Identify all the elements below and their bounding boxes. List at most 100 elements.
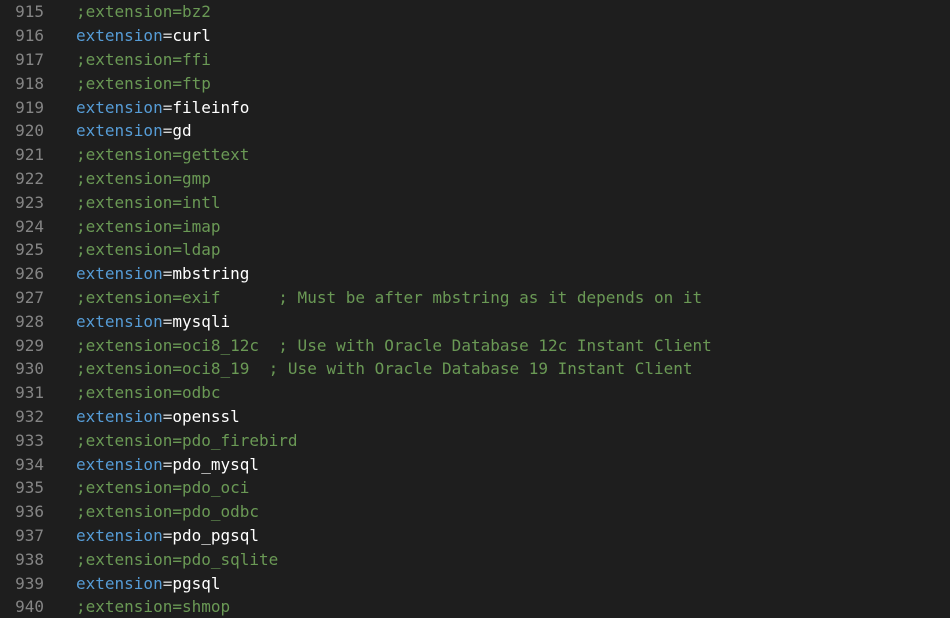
line-number: 927 [15, 287, 44, 307]
setting-value: pdo_mysql [172, 454, 260, 474]
code-line[interactable]: 915 ;extension=bz2 [0, 0, 950, 24]
setting-value: pdo_pgsql [172, 525, 260, 545]
code-line[interactable]: 918 ;extension=ftp [0, 71, 950, 95]
code-line[interactable]: 926 extension=mbstring [0, 262, 950, 286]
line-number: 928 [15, 311, 44, 331]
line-number: 938 [15, 549, 44, 569]
code-line[interactable]: 934 extension=pdo_mysql [0, 452, 950, 476]
equals-sign: = [162, 121, 173, 141]
line-code: ;extension=odbc [44, 383, 221, 402]
code-line[interactable]: 925 ;extension=ldap [0, 238, 950, 262]
line-code: ;extension=ffi [44, 50, 211, 69]
setting-key: extension [76, 406, 163, 426]
line-number: 930 [15, 359, 44, 379]
code-line[interactable]: 927 ;extension=exif ; Must be after mbstr… [0, 286, 950, 310]
line-number: 926 [15, 264, 44, 284]
comment-text: ;extension=oci8_12c ; Use with Oracle Da… [76, 335, 712, 355]
line-number: 937 [15, 525, 44, 545]
line-code: ;extension=imap [44, 217, 221, 236]
setting-value: mysqli [172, 311, 231, 331]
code-line[interactable]: 919 extension=fileinfo [0, 95, 950, 119]
line-number: 924 [15, 216, 44, 236]
code-editor[interactable]: 915 ;extension=bz2 916 extension=curl 917 ;ex… [0, 0, 950, 618]
setting-key: extension [76, 97, 163, 117]
comment-text: ;extension=pdo_sqlite [76, 549, 279, 569]
code-line[interactable]: 935 ;extension=pdo_oci [0, 476, 950, 500]
setting-value: openssl [172, 406, 240, 426]
line-code: extension=mysqli [44, 312, 230, 331]
line-number: 915 [15, 2, 44, 22]
line-code: extension=fileinfo [44, 98, 249, 117]
comment-text: ;extension=pdo_odbc [76, 502, 260, 522]
line-code: extension=pgsql [44, 574, 221, 593]
setting-key: extension [76, 573, 163, 593]
line-number: 933 [15, 430, 44, 450]
line-code: ;extension=pdo_sqlite [44, 550, 278, 569]
comment-text: ;extension=ldap [76, 240, 221, 260]
line-code: ;extension=intl [44, 193, 221, 212]
line-number: 931 [15, 383, 44, 403]
code-line[interactable]: 924 ;extension=imap [0, 214, 950, 238]
line-code: ;extension=oci8_12c ; Use with Oracle Da… [44, 336, 712, 355]
comment-text: ;extension=oci8_19 ; Use with Oracle Dat… [76, 359, 693, 379]
code-line[interactable]: 930 ;extension=oci8_19 ; Use with Oracle … [0, 357, 950, 381]
line-code: ;extension=oci8_19 ; Use with Oracle Dat… [44, 359, 693, 378]
line-number: 925 [15, 240, 44, 260]
setting-value: pgsql [172, 573, 221, 593]
line-code: extension=pdo_mysql [44, 455, 259, 474]
code-line[interactable]: 917 ;extension=ffi [0, 48, 950, 72]
comment-text: ;extension=pdo_firebird [76, 430, 298, 450]
line-number: 920 [15, 121, 44, 141]
code-line[interactable]: 940 ;extension=shmop [0, 595, 950, 618]
line-code: ;extension=exif ; Must be after mbstring… [44, 288, 702, 307]
equals-sign: = [162, 573, 173, 593]
line-number: 917 [15, 49, 44, 69]
code-line[interactable]: 920 extension=gd [0, 119, 950, 143]
setting-key: extension [76, 26, 163, 46]
line-code: ;extension=gmp [44, 169, 211, 188]
line-code: ;extension=pdo_oci [44, 478, 249, 497]
equals-sign: = [162, 406, 173, 426]
code-line[interactable]: 923 ;extension=intl [0, 190, 950, 214]
line-number: 916 [15, 26, 44, 46]
line-code: extension=curl [44, 26, 211, 45]
code-line[interactable]: 932 extension=openssl [0, 405, 950, 429]
comment-text: ;extension=gmp [76, 168, 211, 188]
comment-text: ;extension=shmop [76, 597, 231, 617]
equals-sign: = [162, 311, 173, 331]
line-number: 918 [15, 73, 44, 93]
setting-value: mbstring [172, 264, 250, 284]
line-code: extension=mbstring [44, 264, 249, 283]
code-line[interactable]: 916 extension=curl [0, 24, 950, 48]
line-code: ;extension=gettext [44, 145, 249, 164]
line-number: 935 [15, 478, 44, 498]
code-line[interactable]: 929 ;extension=oci8_12c ; Use with Oracle… [0, 333, 950, 357]
line-code: extension=openssl [44, 407, 240, 426]
line-code: ;extension=ftp [44, 74, 211, 93]
code-line[interactable]: 922 ;extension=gmp [0, 167, 950, 191]
code-line[interactable]: 933 ;extension=pdo_firebird [0, 428, 950, 452]
line-number: 934 [15, 454, 44, 474]
setting-key: extension [76, 525, 163, 545]
setting-value: gd [172, 121, 192, 141]
line-code: extension=gd [44, 121, 192, 140]
setting-key: extension [76, 311, 163, 331]
code-line[interactable]: 937 extension=pdo_pgsql [0, 524, 950, 548]
code-line[interactable]: 936 ;extension=pdo_odbc [0, 500, 950, 524]
comment-text: ;extension=gettext [76, 145, 250, 165]
editor-lines: 915 ;extension=bz2 916 extension=curl 917 ;ex… [0, 0, 950, 618]
equals-sign: = [162, 264, 173, 284]
line-number: 922 [15, 168, 44, 188]
code-line[interactable]: 939 extension=pgsql [0, 571, 950, 595]
line-number: 939 [15, 573, 44, 593]
line-number: 921 [15, 145, 44, 165]
line-number: 929 [15, 335, 44, 355]
code-line[interactable]: 938 ;extension=pdo_sqlite [0, 547, 950, 571]
setting-key: extension [76, 121, 163, 141]
comment-text: ;extension=imap [76, 216, 221, 236]
code-line[interactable]: 928 extension=mysqli [0, 309, 950, 333]
code-line[interactable]: 931 ;extension=odbc [0, 381, 950, 405]
line-code: ;extension=ldap [44, 240, 221, 259]
equals-sign: = [162, 454, 173, 474]
code-line[interactable]: 921 ;extension=gettext [0, 143, 950, 167]
